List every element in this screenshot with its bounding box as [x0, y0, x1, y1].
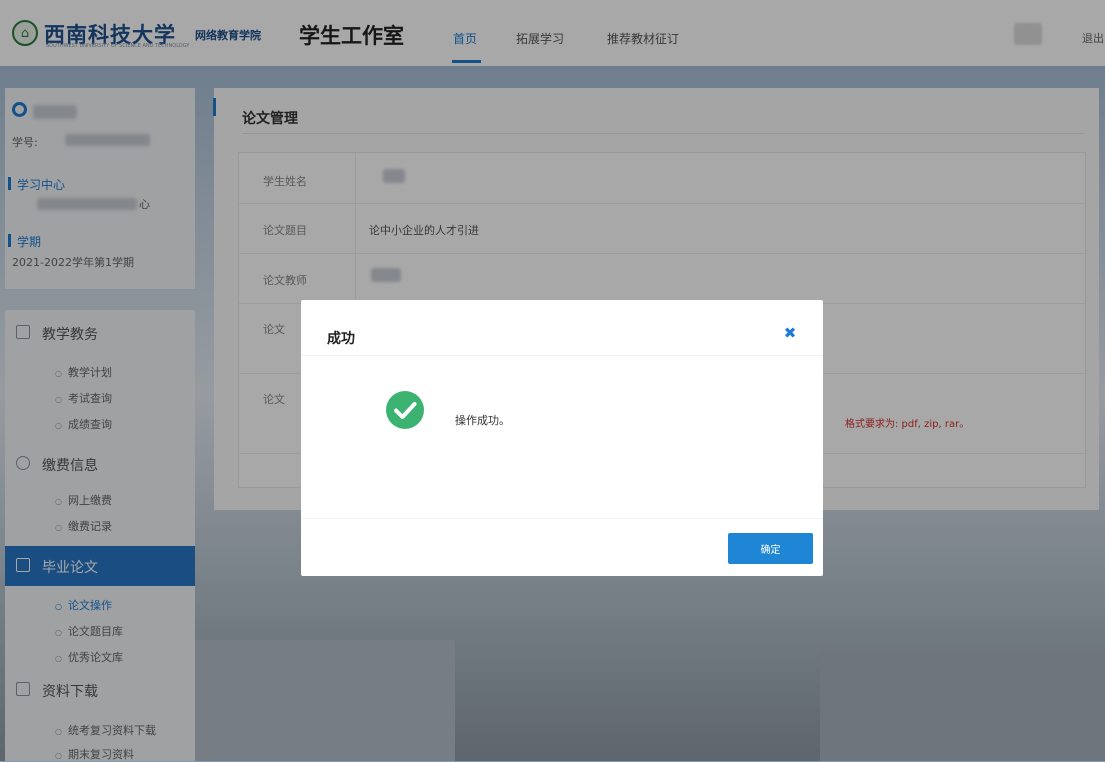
dialog-title: 成功	[327, 331, 355, 347]
confirm-button[interactable]: 确定	[728, 533, 813, 564]
dialog-footer-divider	[301, 518, 823, 519]
success-dialog: 成功 ✖ 操作成功。 确定	[301, 300, 823, 576]
dialog-header-divider	[301, 355, 823, 356]
close-icon[interactable]: ✖	[781, 324, 799, 342]
dialog-message: 操作成功。	[455, 414, 510, 427]
success-check-icon	[386, 391, 424, 429]
